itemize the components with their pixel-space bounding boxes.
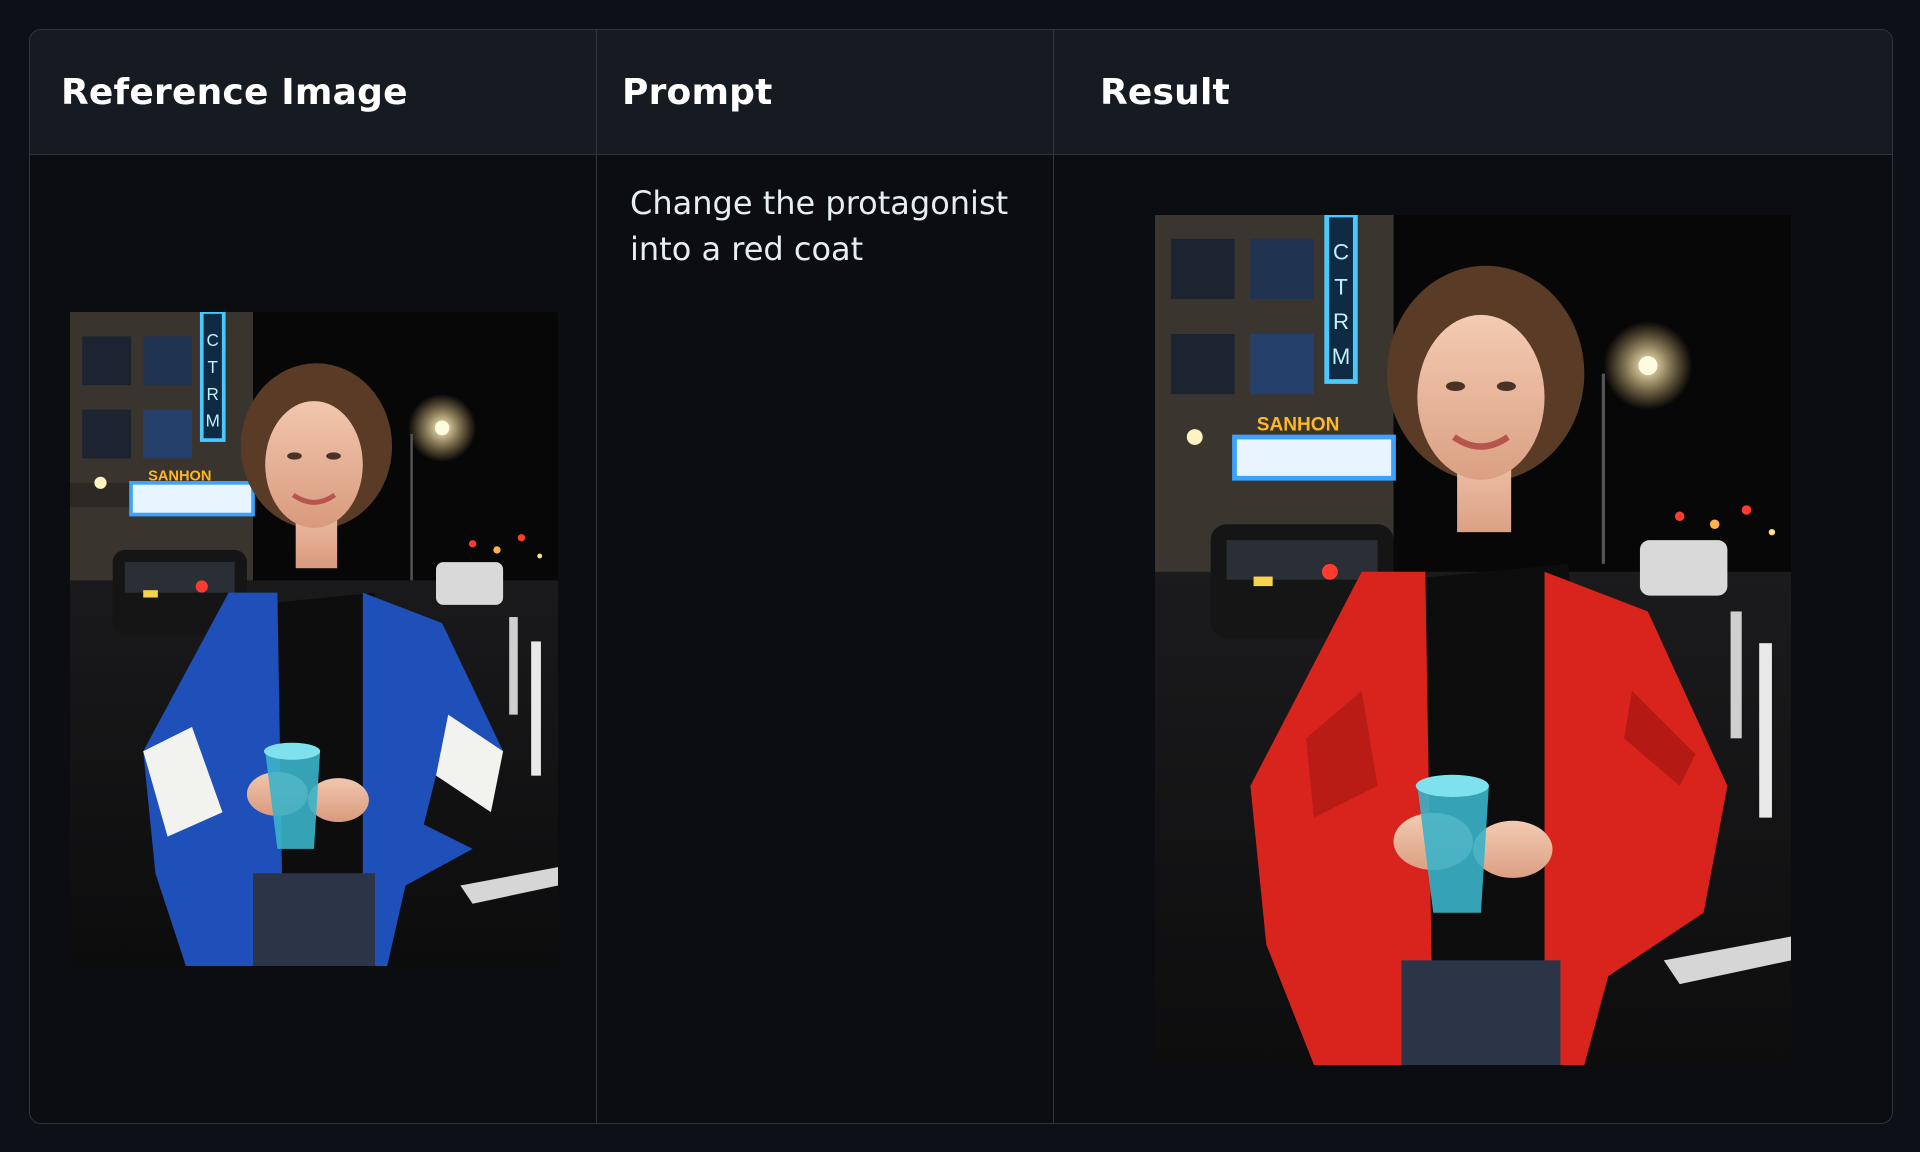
svg-text:M: M [1332,344,1351,369]
result-photo: C T R M SANHON [1155,215,1791,1065]
header-prompt-label: Prompt [622,71,773,113]
svg-text:T: T [208,358,219,377]
result-photo-illustration: C T R M SANHON [1155,215,1791,1065]
prompt-text: Change the protagonist into a red coat [630,184,1009,268]
svg-text:R: R [207,385,219,404]
result-marquee-text: SANHON [1257,415,1340,436]
header-reference-image: Reference Image [30,30,597,155]
cell-result-image: C T R M SANHON [1054,155,1892,1123]
cell-reference-image: C T R M SANHON [30,155,597,1123]
header-prompt: Prompt [597,30,1054,155]
header-reference-label: Reference Image [61,71,408,113]
svg-text:R: R [1333,309,1349,334]
reference-photo: C T R M SANHON [70,312,558,966]
cell-prompt: Change the protagonist into a red coat [597,155,1054,1123]
svg-text:M: M [206,412,220,431]
reference-photo-illustration: C T R M SANHON [70,312,558,966]
reference-sign-letter-1: C [207,331,219,350]
result-sign-letter-1: C [1333,239,1349,264]
header-result: Result [1054,30,1892,155]
comparison-table: Reference Image Prompt Result C T R M SA… [29,29,1893,1124]
header-result-label: Result [1100,71,1230,113]
svg-text:T: T [1334,274,1348,299]
